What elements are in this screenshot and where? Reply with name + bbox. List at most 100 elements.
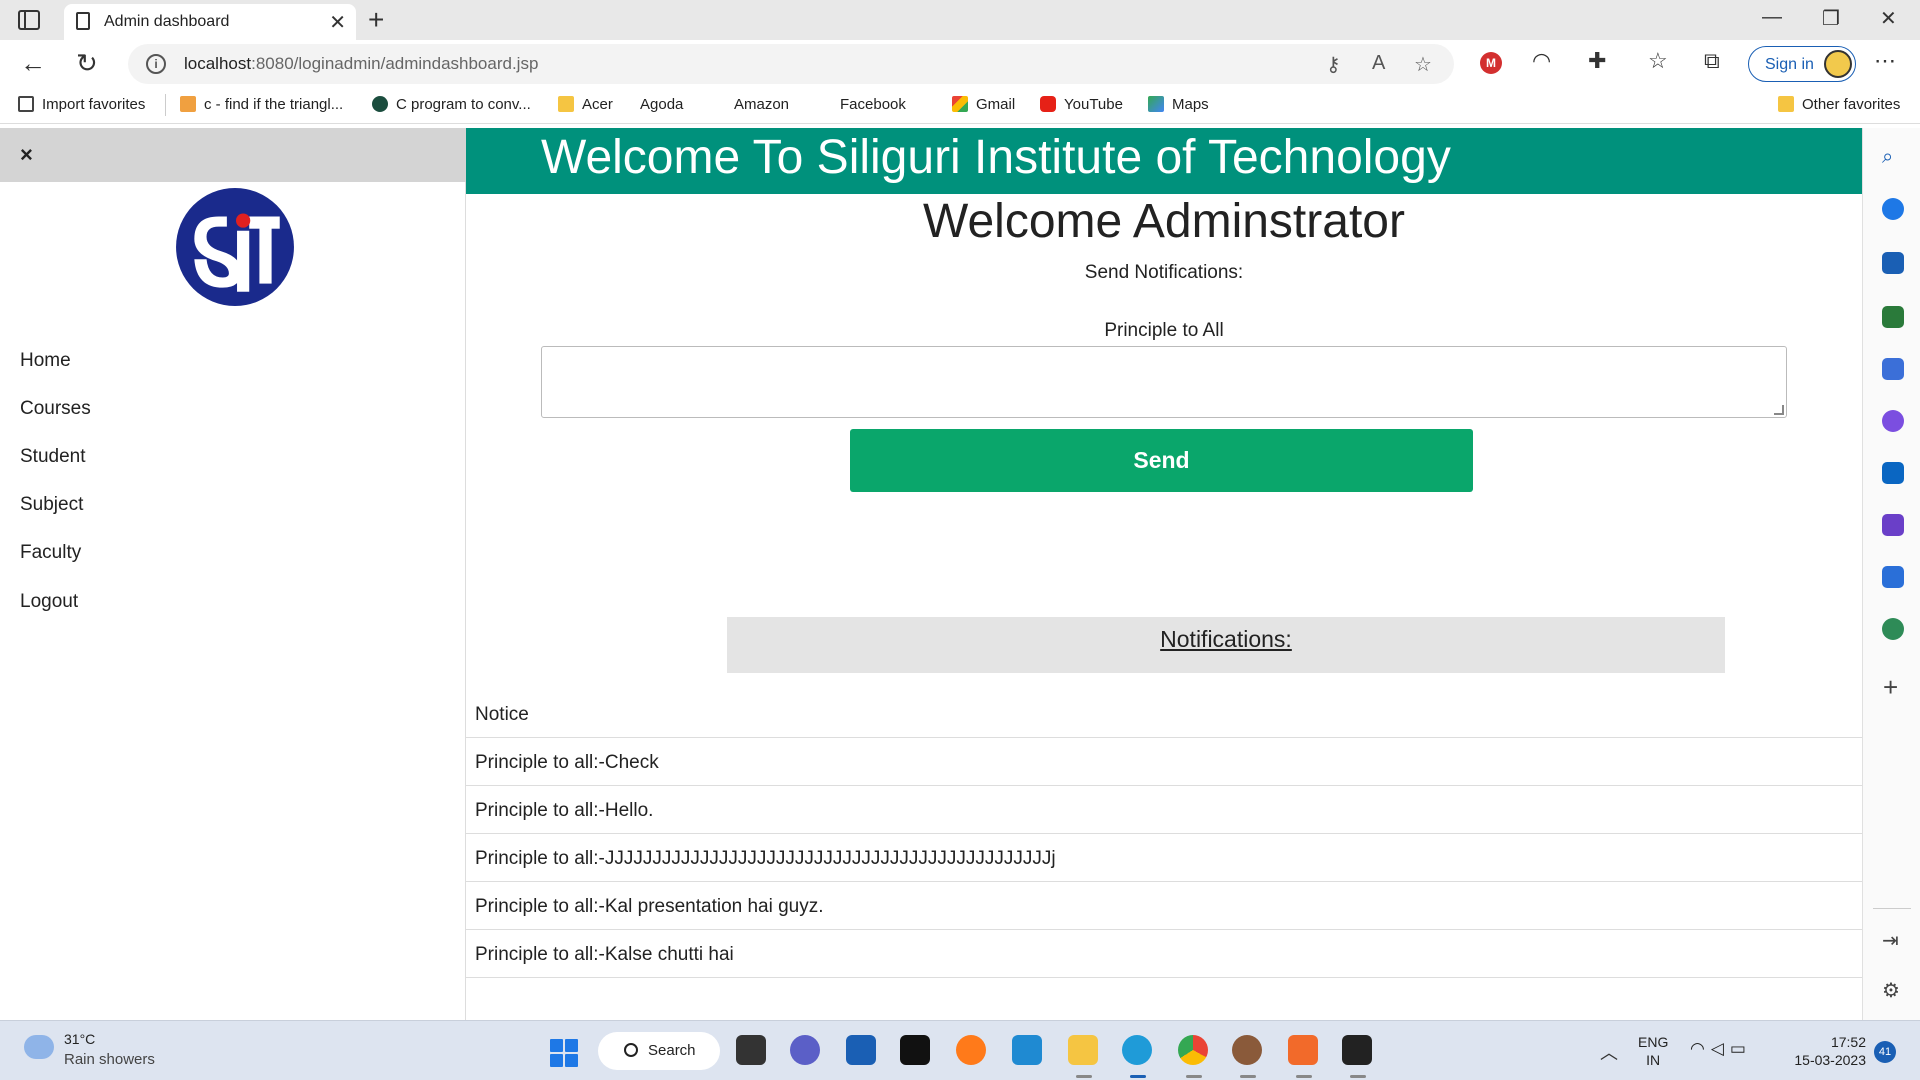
folder-icon (558, 96, 574, 112)
url-text[interactable]: localhost:8080/loginadmin/admindashboard… (184, 54, 538, 74)
table-row: Principle to all:-Kal presentation hai g… (466, 882, 1862, 930)
browser-tab[interactable]: Admin dashboard ✕ (64, 4, 356, 40)
other-favorites[interactable]: Other favorites (1778, 96, 1900, 113)
wifi-volume-battery-icons[interactable]: ◠◁▭ (1690, 1039, 1752, 1059)
table-row: Principle to all:-Check (466, 738, 1862, 786)
close-sidebar-icon[interactable]: × (20, 142, 33, 168)
nav-home[interactable]: Home (20, 350, 71, 372)
games-icon[interactable] (1882, 358, 1904, 380)
firefox-icon[interactable] (956, 1035, 986, 1065)
table-row: Principle to all:-JJJJJJJJJJJJJJJJJJJJJJ… (466, 834, 1862, 882)
favorites-bar: Import favorites c - find if the triangl… (0, 88, 1920, 240)
collections-icon[interactable]: ⧉ (1704, 48, 1720, 74)
favorite-facebook[interactable]: Facebook (840, 96, 906, 240)
favorite-maps[interactable]: Maps (1148, 96, 1209, 113)
running-indicator (1350, 1075, 1366, 1078)
terminal-icon[interactable] (1342, 1035, 1372, 1065)
refresh-icon[interactable]: ↻ (76, 48, 98, 79)
vscode-icon[interactable] (1012, 1035, 1042, 1065)
rain-cloud-icon[interactable] (24, 1035, 54, 1059)
file-explorer-icon[interactable] (1068, 1035, 1098, 1065)
message-textarea[interactable] (541, 346, 1787, 418)
avatar (1824, 50, 1852, 78)
new-tab-icon[interactable]: + (368, 4, 384, 36)
favorite-import[interactable]: Import favorites (18, 96, 145, 113)
close-window-icon[interactable]: ✕ (1880, 6, 1897, 31)
weather-description[interactable]: Rain showers (64, 1051, 155, 1068)
extension-icon[interactable]: ◠ (1532, 48, 1551, 74)
language-indicator[interactable]: ENG IN (1638, 1033, 1668, 1069)
notice-text: Principle to all:-Hello. (475, 800, 654, 821)
nav-faculty[interactable]: Faculty (20, 542, 81, 564)
favorite-amazon[interactable]: Amazon (734, 96, 789, 240)
nav-student[interactable]: Student (20, 446, 86, 468)
page-icon (76, 12, 90, 30)
clock[interactable]: 17:52 15-03-2023 (1790, 1033, 1866, 1069)
office-icon[interactable] (1882, 410, 1904, 432)
extension-m-icon[interactable]: M (1480, 52, 1502, 74)
header-banner: Welcome To Siliguri Institute of Technol… (466, 128, 1862, 194)
send-button[interactable]: Send (850, 429, 1473, 492)
folder-icon (1778, 96, 1794, 112)
teams-icon[interactable] (790, 1035, 820, 1065)
banner-title: Welcome To Siliguri Institute of Technol… (541, 131, 1451, 184)
task-view-icon[interactable] (736, 1035, 766, 1065)
shopping-icon[interactable] (1882, 252, 1904, 274)
send-icon[interactable] (1882, 566, 1904, 588)
table-row: Principle to all:-Kalse chutti hai (466, 930, 1862, 978)
tree-icon[interactable] (1882, 618, 1904, 640)
notifications-header: Notifications: (727, 617, 1725, 673)
nav-logout[interactable]: Logout (20, 591, 78, 613)
notification-badge[interactable]: 41 (1874, 1041, 1896, 1063)
tools-icon[interactable] (1882, 306, 1904, 328)
search-icon[interactable]: ⌕ (1882, 146, 1893, 169)
hide-sidebar-icon[interactable]: ⇥ (1882, 928, 1899, 953)
nav-courses[interactable]: Courses (20, 398, 91, 420)
notifications-title: Notifications: (1160, 626, 1292, 652)
sit-logo (176, 188, 294, 306)
tab-actions-icon[interactable] (18, 10, 40, 30)
site-info-icon[interactable]: i (146, 54, 166, 74)
extensions-puzzle-icon[interactable]: ✚ (1588, 48, 1606, 74)
chevron-up-icon[interactable]: ︿ (1600, 1039, 1618, 1065)
store-icon[interactable] (846, 1035, 876, 1065)
add-favorite-icon[interactable]: ☆ (1414, 52, 1432, 77)
dropbox-icon[interactable] (900, 1035, 930, 1065)
chrome-icon[interactable] (1178, 1035, 1208, 1065)
nav-subject[interactable]: Subject (20, 494, 83, 516)
read-aloud-icon[interactable]: A (1372, 52, 1385, 75)
address-bar[interactable]: i localhost:8080/loginadmin/admindashboa… (128, 44, 1454, 84)
active-indicator (1130, 1075, 1146, 1078)
xampp-icon[interactable] (1288, 1035, 1318, 1065)
back-icon[interactable]: ← (20, 48, 46, 79)
weather-temperature[interactable]: 31°C (64, 1031, 95, 1047)
app-icon[interactable] (1232, 1035, 1262, 1065)
more-menu-icon[interactable]: ⋯ (1874, 48, 1896, 74)
favorite-youtube[interactable]: YouTube (1040, 96, 1123, 113)
start-button[interactable] (550, 1039, 578, 1067)
favorite-agoda[interactable]: Agoda (640, 96, 683, 240)
key-icon[interactable]: ⚷ (1326, 52, 1341, 77)
close-tab-icon[interactable]: ✕ (329, 10, 346, 35)
gear-icon[interactable]: ⚙ (1882, 978, 1900, 1003)
favorites-icon[interactable]: ☆ (1648, 48, 1668, 74)
sign-in-button[interactable]: Sign in (1748, 46, 1856, 82)
table-row: Principle to all:-Hello. (466, 786, 1862, 834)
designer-icon[interactable] (1882, 514, 1904, 536)
add-icon[interactable]: + (1883, 672, 1898, 703)
favorite-c-program[interactable]: C program to conv... (372, 96, 531, 113)
favorite-triangle[interactable]: c - find if the triangl... (180, 96, 343, 113)
minimize-icon[interactable]: — (1762, 6, 1782, 29)
running-indicator (1240, 1075, 1256, 1078)
outlook-icon[interactable] (1882, 462, 1904, 484)
notice-header: Notice (475, 704, 529, 725)
bing-chat-icon[interactable] (1882, 198, 1904, 220)
restore-icon[interactable]: ❐ (1822, 6, 1840, 31)
address-toolbar: ← ↻ i localhost:8080/loginadmin/admindas… (0, 40, 1920, 88)
running-indicator (1296, 1075, 1312, 1078)
favorite-acer[interactable]: Acer (558, 96, 613, 113)
youtube-icon (1040, 96, 1056, 112)
taskbar-search[interactable]: Search (598, 1032, 720, 1070)
favorite-gmail[interactable]: Gmail (952, 96, 1015, 113)
edge-icon[interactable] (1122, 1035, 1152, 1065)
